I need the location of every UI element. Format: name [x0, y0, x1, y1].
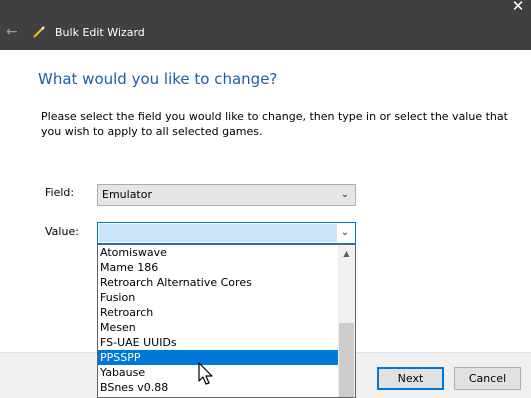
- dropdown-option-mesen[interactable]: Mesen: [98, 320, 338, 335]
- dropdown-option-retroarch-alternative-cores[interactable]: Retroarch Alternative Cores: [98, 275, 338, 290]
- dropdown-option-atomiswave[interactable]: Atomiswave: [98, 245, 338, 260]
- scrollbar-thumb[interactable]: [339, 323, 354, 397]
- title-bar: ← Bulk Edit Wizard ✕: [0, 0, 531, 50]
- scroll-up-icon[interactable]: ▲: [338, 245, 355, 262]
- page-description: Please select the field you would like t…: [41, 110, 508, 138]
- dropdown-scrollbar[interactable]: ▲: [338, 245, 355, 397]
- field-label: Field:: [45, 186, 75, 199]
- value-label: Value:: [45, 225, 79, 238]
- wand-icon: [33, 26, 45, 38]
- close-icon[interactable]: ✕: [508, 0, 528, 14]
- dropdown-option-retroarch[interactable]: Retroarch: [98, 305, 338, 320]
- mouse-cursor-icon: [198, 362, 213, 385]
- value-dropdown-list[interactable]: Atomiswave Mame 186 Retroarch Alternativ…: [97, 244, 356, 398]
- dropdown-option-fusion[interactable]: Fusion: [98, 290, 338, 305]
- page-heading: What would you like to change?: [38, 70, 278, 88]
- value-combobox-selection: [99, 224, 337, 242]
- field-select[interactable]: Emulator ⌄: [97, 184, 356, 206]
- chevron-down-icon[interactable]: ⌄: [339, 223, 351, 243]
- value-combobox[interactable]: ⌄: [97, 222, 356, 244]
- dropdown-option-ppsspp[interactable]: PPSSPP: [98, 350, 338, 365]
- dropdown-option-bsnes[interactable]: BSnes v0.88: [98, 380, 338, 395]
- next-button[interactable]: Next: [377, 367, 444, 390]
- window-title: Bulk Edit Wizard: [55, 26, 145, 39]
- dropdown-options: Atomiswave Mame 186 Retroarch Alternativ…: [98, 245, 338, 395]
- chevron-down-icon[interactable]: ⌄: [339, 185, 351, 205]
- cancel-button[interactable]: Cancel: [454, 367, 521, 390]
- dropdown-option-mame-186[interactable]: Mame 186: [98, 260, 338, 275]
- dropdown-option-fs-uae-uuids[interactable]: FS-UAE UUIDs: [98, 335, 338, 350]
- dropdown-option-yabause[interactable]: Yabause: [98, 365, 338, 380]
- field-select-value: Emulator: [102, 188, 152, 201]
- back-arrow-icon[interactable]: ←: [6, 24, 22, 40]
